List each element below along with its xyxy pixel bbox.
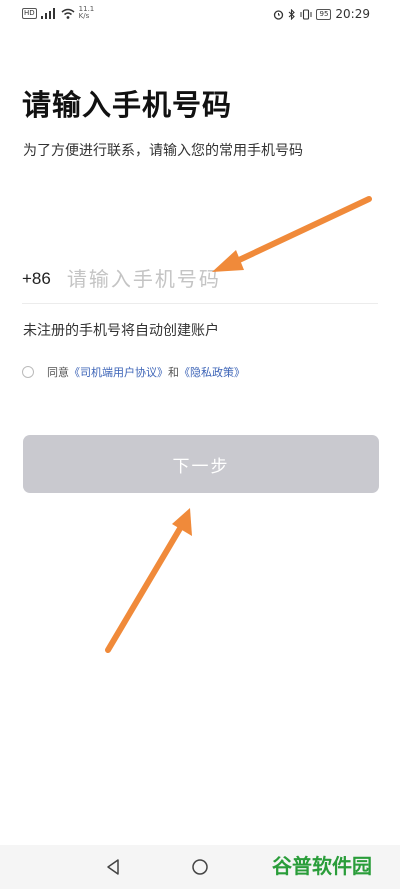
page-title: 请输入手机号码 (22, 88, 233, 122)
hd-badge: HD (22, 7, 37, 19)
status-bar: HD 11.1 K/s 95 20:29 (0, 0, 400, 30)
status-bar-right: 95 20:29 (273, 7, 370, 21)
agreement-prefix: 同意 (47, 366, 69, 379)
vibrate-icon (300, 8, 312, 20)
country-code-prefix[interactable]: +86 (22, 269, 51, 289)
auto-register-hint: 未注册的手机号将自动创建账户 (23, 323, 219, 339)
home-icon[interactable] (191, 858, 209, 876)
arrow-to-next-button (105, 508, 192, 653)
bluetooth-icon (289, 8, 296, 20)
battery-indicator: 95 (316, 8, 332, 20)
user-agreement-link[interactable]: 《司机端用户协议》 (69, 364, 168, 380)
status-bar-left: HD 11.1 K/s (22, 6, 94, 20)
next-step-button[interactable]: 下一步 (23, 435, 379, 493)
alarm-icon (274, 9, 284, 20)
agreement-row: 同意 《司机端用户协议》 和 《隐私政策》 (22, 364, 245, 380)
agreement-joiner: 和 (168, 366, 179, 379)
network-speed: 11.1 K/s (79, 6, 95, 20)
privacy-policy-link[interactable]: 《隐私政策》 (179, 364, 245, 380)
agreement-checkbox[interactable] (22, 366, 34, 378)
watermark-logo: 谷普软件园 (272, 854, 372, 878)
page-subtitle: 为了方便进行联系，请输入您的常用手机号码 (23, 143, 303, 159)
wifi-icon (61, 8, 75, 19)
phone-input-row: +86 (22, 255, 378, 304)
status-time: 20:29 (335, 7, 370, 21)
phone-number-input[interactable] (66, 267, 378, 291)
network-speed-unit: K/s (78, 12, 90, 20)
back-icon[interactable] (105, 858, 121, 876)
signal-icon (40, 7, 55, 19)
